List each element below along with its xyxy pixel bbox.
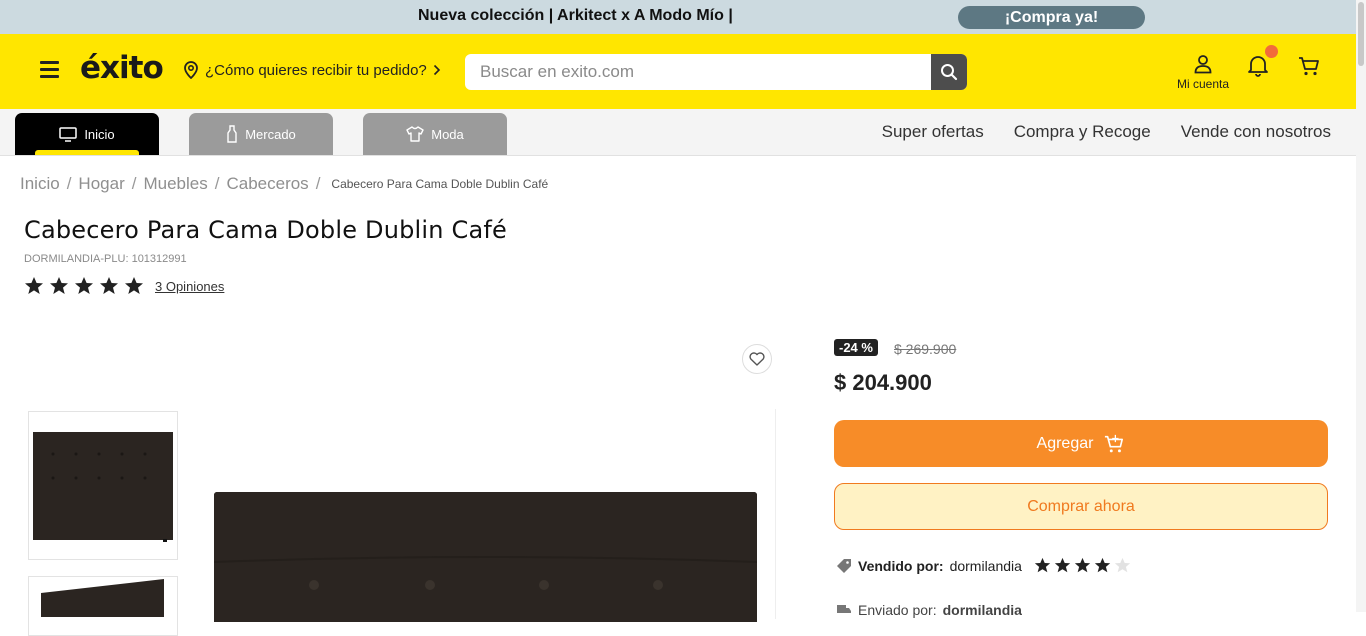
opinions-link[interactable]: 3 Opiniones (155, 279, 224, 294)
star-empty-icon (1114, 557, 1131, 573)
add-to-cart-button[interactable]: Agregar (834, 420, 1328, 467)
tab-label: Moda (431, 126, 464, 142)
account-label: Mi cuenta (1176, 77, 1230, 91)
promo-text: Nueva colección | Arkitect x A Modo Mío … (418, 7, 733, 24)
shipping-prefix: Enviado por: (858, 602, 937, 618)
search-input[interactable] (465, 54, 931, 90)
promo-cta-button[interactable]: ¡Compra ya! (958, 6, 1145, 29)
nav-link-vende[interactable]: Vende con nosotros (1181, 122, 1331, 142)
search-button[interactable] (931, 54, 967, 90)
product-plu: DORMILANDIA-PLU: 101312991 (24, 253, 187, 265)
tab-label: Inicio (84, 126, 115, 142)
active-tab-indicator (35, 150, 139, 155)
breadcrumb-item[interactable]: Inicio (20, 174, 60, 194)
delivery-prompt: ¿Cómo quieres recibir tu pedido? (205, 61, 427, 79)
star-icon (25, 277, 43, 294)
headboard-thumbnail-image (41, 579, 164, 617)
buy-now-label: Comprar ahora (1027, 497, 1135, 515)
cart-button[interactable] (1297, 54, 1321, 83)
breadcrumb-current: Cabecero Para Cama Doble Dublin Café (331, 177, 549, 191)
breadcrumb-item[interactable]: Cabeceros (226, 174, 308, 194)
header: éxito ¿Cómo quieres recibir tu pedido? M… (0, 34, 1356, 109)
account-button[interactable]: Mi cuenta (1170, 54, 1236, 91)
tab-inicio[interactable]: Inicio (15, 113, 159, 155)
scrollbar-thumb[interactable] (1358, 2, 1364, 66)
seller-info: Vendido por: dormilandia (836, 557, 1131, 574)
seller-prefix: Vendido por: (858, 557, 944, 574)
delivery-selector[interactable]: ¿Cómo quieres recibir tu pedido? (183, 61, 441, 79)
promo-bar: Nueva colección | Arkitect x A Modo Mío … (0, 0, 1356, 34)
star-icon (1054, 557, 1071, 573)
shirt-icon (406, 126, 424, 142)
current-price: $ 204.900 (834, 370, 932, 395)
star-icon (1074, 557, 1091, 573)
chevron-right-icon (433, 64, 440, 76)
menu-icon[interactable] (40, 61, 59, 79)
breadcrumb: Inicio / Hogar / Muebles / Cabeceros / Cabec… (20, 174, 549, 194)
seller-rating (1034, 557, 1131, 574)
nav-link-compra-recoge[interactable]: Compra y Recoge (1014, 122, 1151, 142)
shipping-name: dormilandia (942, 602, 1022, 618)
tab-moda[interactable]: Moda (363, 113, 507, 155)
star-icon (100, 277, 118, 294)
shipping-info: Enviado por: dormilandia (836, 602, 1022, 618)
headboard-thumbnail-image (33, 432, 173, 542)
notification-badge (1265, 45, 1278, 58)
favorite-button[interactable] (742, 344, 772, 374)
star-icon (1094, 557, 1111, 573)
notifications-bell-icon[interactable] (1246, 53, 1270, 77)
product-thumbnail[interactable] (28, 411, 178, 560)
exito-logo[interactable]: éxito (80, 50, 164, 86)
breadcrumb-item[interactable]: Hogar (78, 174, 124, 194)
search-bar (465, 54, 967, 90)
star-icon (50, 277, 68, 294)
product-rating: 3 Opiniones (24, 276, 224, 296)
buy-now-button[interactable]: Comprar ahora (834, 483, 1328, 530)
nav-links: Super ofertas Compra y Recoge Vende con … (882, 122, 1331, 142)
tab-mercado[interactable]: Mercado (189, 113, 333, 155)
star-icon (1034, 557, 1051, 573)
breadcrumb-item[interactable]: Muebles (143, 174, 207, 194)
scrollbar[interactable] (1356, 0, 1366, 612)
star-icon (125, 277, 143, 294)
tab-label: Mercado (245, 126, 296, 142)
bottle-icon (227, 125, 237, 143)
seller-name[interactable]: dormilandia (950, 558, 1022, 574)
truck-icon (837, 605, 851, 613)
search-icon (941, 64, 958, 81)
user-icon (1194, 55, 1212, 74)
nav-link-super-ofertas[interactable]: Super ofertas (882, 122, 984, 142)
product-title: Cabecero Para Cama Doble Dublin Café (24, 216, 508, 244)
star-icon (75, 277, 93, 294)
tv-icon (59, 126, 78, 142)
tag-icon (837, 558, 851, 573)
discount-badge: -24 % (834, 339, 878, 356)
category-nav: Inicio Mercado Moda Super ofertas Compra… (0, 109, 1356, 156)
old-price: $ 269.900 (894, 341, 957, 357)
cart-icon (1105, 434, 1124, 452)
headboard-main-image[interactable] (214, 492, 757, 622)
add-to-cart-label: Agregar (1036, 434, 1094, 452)
product-thumbnail[interactable] (28, 576, 178, 636)
location-pin-icon (184, 61, 198, 79)
cart-icon (1299, 57, 1319, 76)
heart-icon (749, 352, 765, 366)
